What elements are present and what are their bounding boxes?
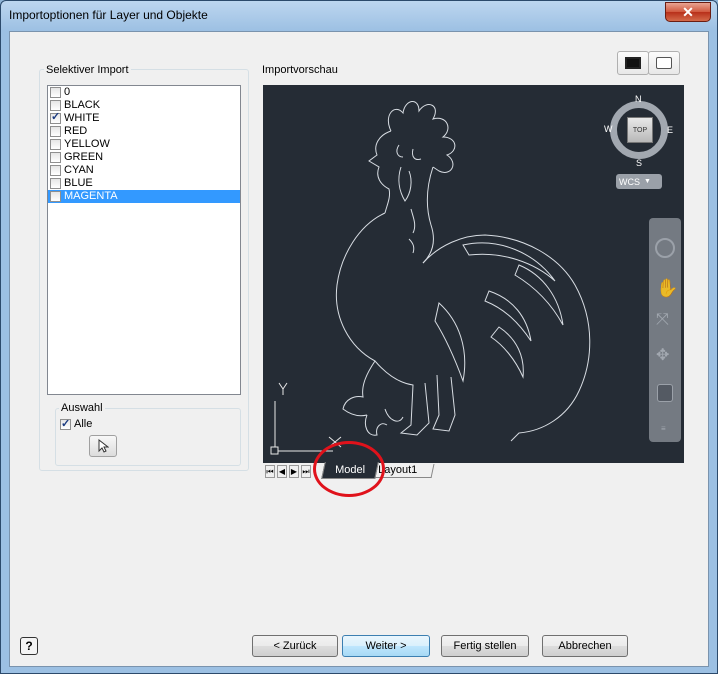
layer-name: 0 [64, 86, 71, 98]
layer-item[interactable]: BLUE [48, 177, 240, 190]
layer-checkbox[interactable] [50, 87, 61, 98]
wcs-label: WCS [619, 176, 640, 187]
light-square-icon [656, 57, 672, 69]
layer-item[interactable]: WHITE [48, 111, 240, 125]
close-button[interactable]: ✕ [665, 2, 711, 22]
next-tab-button[interactable]: ▶ [289, 465, 299, 478]
layer-item[interactable]: MAGENTA [48, 190, 240, 203]
next-button[interactable]: Weiter > [342, 635, 430, 657]
layer-name: GREEN [64, 151, 104, 163]
last-icon: ⏭ [302, 466, 310, 476]
all-checkbox-label: Alle [74, 418, 93, 430]
cancel-button[interactable]: Abbrechen [542, 635, 628, 657]
light-background-button[interactable] [648, 51, 680, 75]
dialog-window: Importoptionen für Layer und Objekte ✕ S… [0, 0, 718, 674]
layer-name: WHITE [64, 112, 100, 124]
next-icon: ▶ [290, 467, 298, 476]
help-icon: ? [25, 639, 33, 653]
orbit-icon[interactable]: ✥ [656, 346, 676, 366]
preview-label: Importvorschau [262, 64, 338, 76]
chevron-down-icon: ▼ [644, 178, 651, 185]
dark-square-icon [625, 57, 641, 69]
all-checkbox[interactable] [60, 417, 71, 430]
auswahl-group [55, 408, 241, 466]
steeringwheel-icon[interactable] [655, 238, 675, 258]
zoom-icon[interactable]: ⤧ [656, 310, 676, 330]
compass-south[interactable]: S [636, 158, 642, 168]
dialog-client: Selektiver Import 0BLACKWHITEREDYELLOWGR… [9, 31, 709, 667]
last-tab-button[interactable]: ⏭ [301, 465, 311, 478]
navigation-bar: ✋ ⤧ ✥ ≡ [649, 218, 681, 442]
selective-import-label: Selektiver Import [44, 64, 131, 76]
auswahl-label: Auswahl [59, 402, 105, 414]
layer-name: RED [64, 125, 88, 137]
viewcube[interactable]: TOP N S W E [604, 94, 674, 168]
showmotion-icon[interactable] [657, 384, 673, 402]
layer-listbox[interactable]: 0BLACKWHITEREDYELLOWGREENCYANBLUEMAGENTA [47, 85, 241, 395]
layer-checkbox[interactable] [50, 165, 61, 176]
layer-checkbox[interactable] [50, 139, 61, 150]
customize-icon[interactable]: ≡ [661, 424, 669, 433]
back-button[interactable]: < Zurück [252, 635, 338, 657]
layer-checkbox[interactable] [50, 152, 61, 163]
layer-checkbox[interactable] [50, 100, 61, 111]
layer-item[interactable]: RED [48, 125, 240, 138]
wcs-menu[interactable]: WCS ▼ [616, 174, 662, 189]
annotation-circle [313, 441, 385, 497]
layer-name: CYAN [64, 164, 94, 176]
title-bar[interactable]: Importoptionen für Layer und Objekte ✕ [1, 1, 717, 31]
compass-east[interactable]: E [667, 125, 673, 135]
layer-checkbox[interactable] [50, 111, 61, 124]
layer-checkbox[interactable] [50, 126, 61, 137]
import-preview-viewport[interactable]: Y TOP N S W E WCS ▼ ✋ ⤧ ✥ ≡ [263, 85, 684, 463]
window-title: Importoptionen für Layer und Objekte [9, 8, 208, 22]
finish-button[interactable]: Fertig stellen [441, 635, 529, 657]
layer-name: MAGENTA [64, 190, 118, 202]
select-objects-button[interactable] [89, 435, 117, 457]
ucs-y-label: Y [279, 381, 286, 393]
viewcube-top-face[interactable]: TOP [627, 117, 653, 143]
prev-icon: ◀ [278, 467, 286, 476]
first-icon: ⏮ [266, 466, 274, 476]
layer-item[interactable]: BLACK [48, 99, 240, 112]
layer-checkbox[interactable] [50, 178, 61, 189]
layer-name: BLUE [64, 177, 93, 189]
layer-item[interactable]: 0 [48, 86, 240, 99]
layer-checkbox[interactable] [50, 191, 61, 202]
pan-hand-icon[interactable]: ✋ [656, 278, 678, 298]
first-tab-button[interactable]: ⏮ [265, 465, 275, 478]
layer-item[interactable]: YELLOW [48, 138, 240, 151]
prev-tab-button[interactable]: ◀ [277, 465, 287, 478]
all-checkbox-row[interactable]: Alle [60, 417, 93, 430]
layer-item[interactable]: CYAN [48, 164, 240, 177]
layer-name: BLACK [64, 99, 101, 111]
compass-north[interactable]: N [635, 94, 642, 104]
cursor-arrow-icon [98, 439, 109, 453]
compass-west[interactable]: W [604, 124, 613, 134]
layer-item[interactable]: GREEN [48, 151, 240, 164]
dark-background-button[interactable] [617, 51, 649, 75]
close-icon: ✕ [682, 3, 694, 20]
layer-name: YELLOW [64, 138, 110, 150]
help-button[interactable]: ? [20, 637, 38, 655]
